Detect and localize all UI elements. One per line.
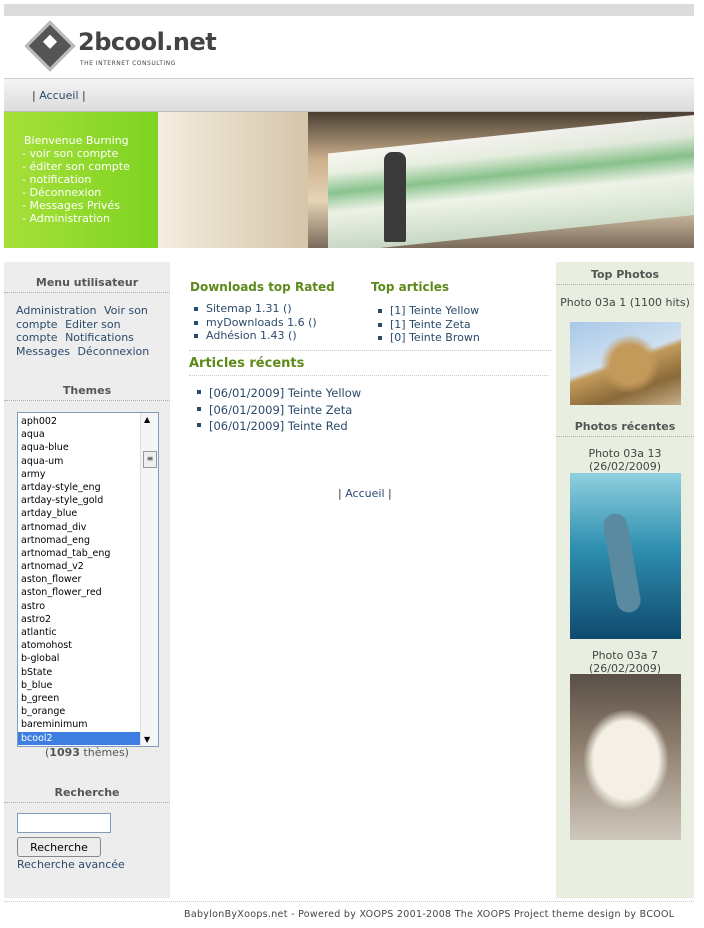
theme-option[interactable]: b_orange (18, 705, 140, 718)
theme-option[interactable]: bcool2 (18, 731, 140, 745)
user-menu: Administration Voir son compte Editer so… (16, 304, 164, 358)
nav-home-link[interactable]: Accueil (39, 89, 78, 102)
user-menu-administration[interactable]: Administration (16, 304, 97, 317)
theme-list-scrollbar[interactable]: ▲ ≡ ▼ (140, 413, 158, 746)
theme-option[interactable]: atlantic (18, 626, 140, 639)
theme-option[interactable]: aph002 (18, 415, 140, 428)
user-menu-notifications[interactable]: Notifications (65, 331, 134, 344)
top-strip (4, 4, 694, 16)
download-item[interactable]: Sitemap 1.31 () (192, 302, 317, 316)
section-divider (189, 350, 551, 351)
theme-option[interactable]: bState (18, 666, 140, 679)
top-photo-caption[interactable]: Photo 03a 1 (1100 hits) (556, 296, 694, 309)
scroll-down-arrow-icon[interactable]: ▼ (144, 735, 150, 744)
recent-photo-caption[interactable]: Photo 03a 7 (26/02/2009) (556, 649, 694, 675)
downloads-top-rated-title: Downloads top Rated (190, 280, 335, 294)
theme-option[interactable]: aqua-blue (18, 441, 140, 454)
welcome-link-view-account[interactable]: - voir son compte (22, 147, 130, 160)
top-nav-links: | Accueil | (32, 89, 86, 102)
top-articles-title: Top articles (371, 280, 449, 294)
top-photos-title: Top Photos (556, 268, 694, 285)
theme-option[interactable]: b_green (18, 692, 140, 705)
top-articles-list: [1] Teinte Yellow [1] Teinte Zeta [0] Te… (376, 304, 480, 345)
search-button[interactable]: Recherche (17, 837, 101, 857)
theme-option[interactable]: artday_blue (18, 507, 140, 520)
welcome-link-notification[interactable]: - notification (22, 173, 130, 186)
theme-option[interactable]: artnomad_v2 (18, 560, 140, 573)
downloads-list: Sitemap 1.31 () myDownloads 1.6 () Adhés… (192, 302, 317, 343)
header-banner-image (158, 112, 694, 248)
camel-photo[interactable] (570, 322, 681, 405)
download-item[interactable]: Adhésion 1.43 () (192, 329, 317, 343)
recent-article-item[interactable]: [06/01/2009] Teinte Yellow (195, 385, 361, 402)
welcome-link-edit-account[interactable]: - éditer son compte (22, 160, 130, 173)
welcome-greeting: Bienvenue Burning (24, 134, 129, 147)
theme-option[interactable]: artnomad_eng (18, 534, 140, 547)
theme-options: aph002 aqua aqua-blue aqua-um army artday-sty… (18, 415, 140, 745)
search-input[interactable] (17, 813, 111, 833)
recent-articles-title: Articles récents (189, 356, 549, 376)
advanced-search-link[interactable]: Recherche avancée (17, 858, 125, 871)
theme-option[interactable]: b-global (18, 652, 140, 665)
welcome-link-logout[interactable]: - Déconnexion (22, 186, 130, 199)
top-navbar: | Accueil | (4, 78, 694, 112)
footer-credits: BabylonByXoops.net - Powered by XOOPS 20… (184, 909, 675, 920)
recent-article-item[interactable]: [06/01/2009] Teinte Zeta (195, 402, 361, 419)
welcome-link-private-messages[interactable]: - Messages Privés (22, 199, 130, 212)
welcome-panel: Bienvenue Burning - voir son compte - éd… (4, 112, 158, 248)
top-article-item[interactable]: [1] Teinte Yellow (376, 304, 480, 318)
logo-tagline: THE INTERNET CONSULTING (80, 60, 176, 67)
theme-option[interactable]: artday-style_gold (18, 494, 140, 507)
theme-option[interactable]: artday-style_eng (18, 481, 140, 494)
logo-name: 2bcool.net (78, 28, 217, 56)
site-logo[interactable]: 2bcool.net THE INTERNET CONSULTING (24, 20, 217, 72)
logo-diamond-icon (24, 20, 76, 72)
scroll-up-arrow-icon[interactable]: ▲ (144, 415, 150, 424)
theme-option[interactable]: artnomad_tab_eng (18, 547, 140, 560)
theme-option[interactable]: bareminimum (18, 718, 140, 731)
themes-title: Themes (4, 384, 170, 401)
theme-option[interactable]: aqua-um (18, 455, 140, 468)
center-nav-links: | Accueil | (338, 487, 392, 500)
center-home-link[interactable]: Accueil (345, 487, 384, 500)
footer-divider (4, 901, 694, 902)
search-title: Recherche (4, 786, 170, 803)
user-menu-messages[interactable]: Messages (16, 345, 70, 358)
user-menu-logout[interactable]: Déconnexion (77, 345, 149, 358)
theme-count: (1093 thèmes) (45, 746, 129, 759)
download-item[interactable]: myDownloads 1.6 () (192, 316, 317, 330)
welcome-menu: - voir son compte - éditer son compte - … (22, 147, 130, 225)
user-menu-title: Menu utilisateur (4, 276, 170, 293)
theme-option[interactable]: b_blue (18, 679, 140, 692)
theme-option[interactable]: atomohost (18, 639, 140, 652)
top-article-item[interactable]: [1] Teinte Zeta (376, 318, 480, 332)
recent-photo-caption[interactable]: Photo 03a 13 (26/02/2009) (556, 447, 694, 473)
theme-option[interactable]: aqua (18, 428, 140, 441)
theme-option[interactable]: artnomad_div (18, 521, 140, 534)
welcome-link-administration[interactable]: - Administration (22, 212, 130, 225)
theme-option[interactable]: army (18, 468, 140, 481)
recent-article-item[interactable]: [06/01/2009] Teinte Red (195, 418, 361, 435)
polar-bear-photo[interactable] (570, 674, 681, 840)
theme-option[interactable]: astro2 (18, 613, 140, 626)
top-article-item[interactable]: [0] Teinte Brown (376, 331, 480, 345)
recent-articles-list: [06/01/2009] Teinte Yellow [06/01/2009] … (195, 385, 361, 435)
recent-photos-title: Photos récentes (556, 420, 694, 437)
dolphin-photo[interactable] (570, 473, 681, 639)
scroll-thumb[interactable]: ≡ (143, 451, 157, 468)
theme-select-list[interactable]: aph002 aqua aqua-blue aqua-um army artday-sty… (17, 412, 159, 747)
theme-option[interactable]: aston_flower_red (18, 586, 140, 599)
theme-option[interactable]: aston_flower (18, 573, 140, 586)
theme-option[interactable]: astro (18, 600, 140, 613)
